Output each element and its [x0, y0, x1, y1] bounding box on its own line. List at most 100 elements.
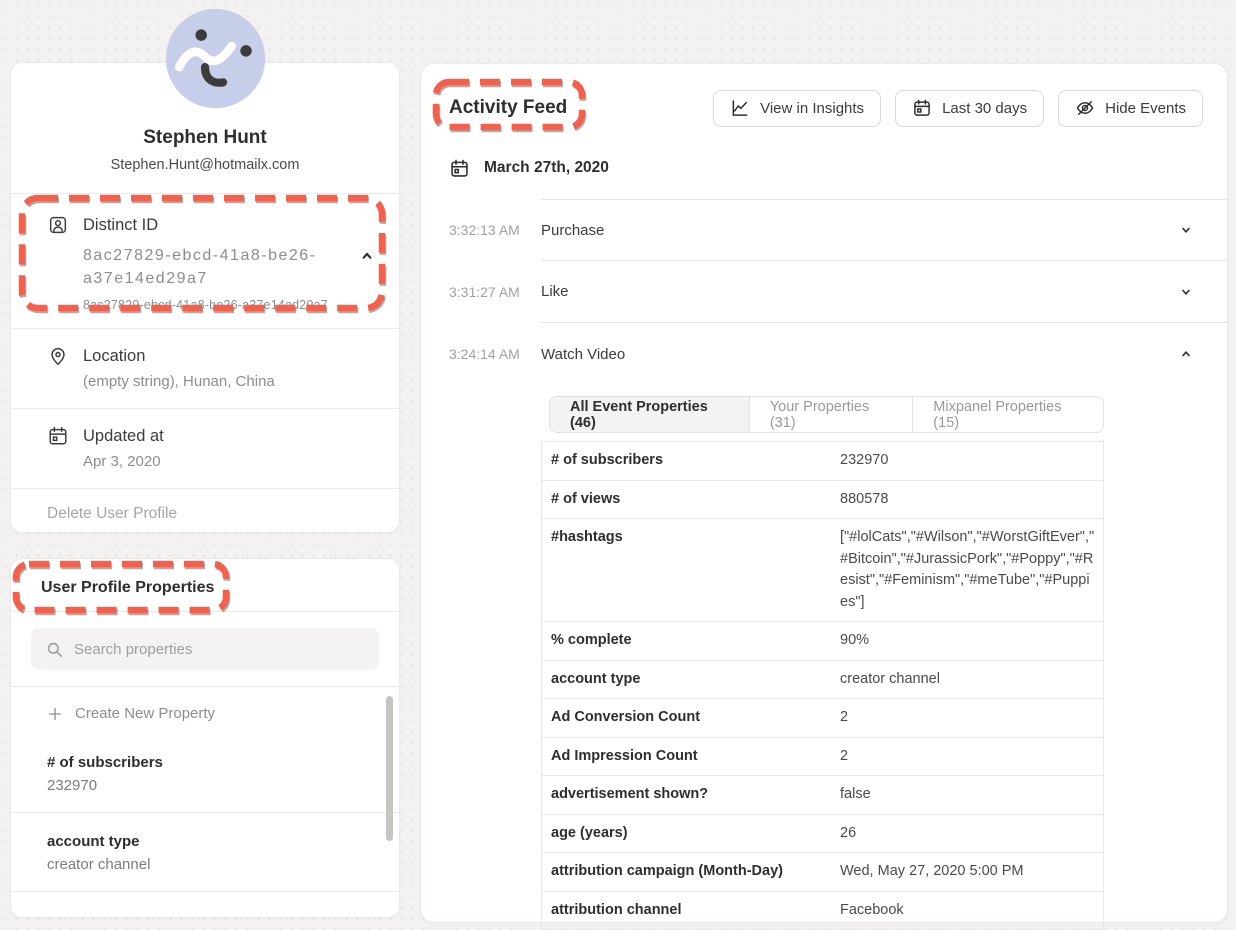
properties-panel-title: User Profile Properties [11, 559, 399, 611]
event-row[interactable]: 3:24:14 AM Watch Video [421, 323, 1227, 385]
property-value: false [840, 776, 1103, 814]
event-properties-tabs: All Event Properties (46) Your Propertie… [549, 396, 1104, 433]
event-name: Watch Video [541, 346, 625, 363]
event-property-row: Ad Impression Count 2 [542, 738, 1103, 777]
eye-off-icon [1075, 98, 1095, 118]
property-name: account type [47, 831, 375, 852]
event-time: 3:32:13 AM [449, 199, 541, 261]
location-value: (empty string), Hunan, China [83, 372, 375, 392]
chevron-up-icon [1177, 345, 1195, 363]
property-value: Wed, May 27, 2020 5:00 PM [840, 853, 1103, 891]
updated-at-section: Updated at Apr 3, 2020 [11, 409, 399, 488]
event-property-row: advertisement shown? false [542, 776, 1103, 815]
search-icon [45, 640, 64, 659]
calendar-icon [912, 98, 932, 118]
divider [11, 611, 399, 612]
date-range-label: Last 30 days [942, 100, 1027, 117]
user-profile-properties-card: User Profile Properties Create New Prope… [10, 558, 400, 918]
activity-feed-title: Activity Feed [449, 97, 567, 119]
properties-scrollbar[interactable] [386, 696, 393, 841]
feed-date-text: March 27th, 2020 [484, 159, 609, 177]
expand-event-button[interactable] [1177, 221, 1195, 239]
hide-events-button[interactable]: Hide Events [1058, 90, 1203, 127]
property-value: ["#lolCats","#Wilson","#WorstGiftEver","… [840, 519, 1103, 621]
property-name: # of subscribers [47, 752, 375, 773]
view-in-insights-label: View in Insights [760, 100, 864, 117]
event-details-panel: All Event Properties (46) Your Propertie… [541, 385, 1104, 930]
property-list-item[interactable]: # of subscribers 232970 [11, 734, 399, 813]
tab-your-properties[interactable]: Your Properties (31) [749, 397, 912, 432]
feed-date-header: March 27th, 2020 [449, 156, 1227, 180]
property-value: 232970 [47, 775, 375, 796]
search-properties-input[interactable] [74, 641, 365, 658]
property-value: 26 [840, 815, 1103, 853]
distinct-id-value: 8ac27829-ebcd-41a8-be26-a37e14ed29a7 [83, 244, 341, 290]
profile-name: Stephen Hunt [11, 125, 399, 151]
updated-at-value: Apr 3, 2020 [83, 452, 375, 472]
property-value: Facebook [840, 892, 1103, 930]
event-row[interactable]: 3:31:27 AM Like [421, 261, 1227, 323]
event-property-row: # of subscribers 232970 [542, 442, 1103, 481]
event-property-row: age (years) 26 [542, 815, 1103, 854]
create-new-property-label: Create New Property [75, 705, 215, 722]
property-value: 880578 [840, 481, 1103, 519]
event-property-row: attribution campaign (Month-Day) Wed, Ma… [542, 853, 1103, 892]
calendar-icon [47, 425, 69, 447]
hide-events-label: Hide Events [1105, 100, 1186, 117]
delete-user-profile-button[interactable]: Delete User Profile [11, 489, 399, 547]
search-properties-box[interactable] [31, 628, 379, 670]
property-key: Ad Impression Count [542, 738, 840, 776]
location-pin-icon [47, 345, 69, 367]
property-value: 2 [840, 738, 1103, 776]
event-properties-table: # of subscribers 232970 # of views 88057… [541, 441, 1104, 930]
updated-at-label: Updated at [83, 427, 164, 446]
event-row[interactable]: 3:32:13 AM Purchase [421, 199, 1227, 261]
distinct-id-section: Distinct ID 8ac27829-ebcd-41a8-be26-a37e… [11, 194, 399, 328]
calendar-icon [449, 158, 470, 179]
create-new-property-button[interactable]: Create New Property [11, 687, 399, 734]
event-time: 3:24:14 AM [449, 323, 541, 385]
profile-email: Stephen.Hunt@hotmailx.com [11, 155, 399, 175]
event-time: 3:31:27 AM [449, 261, 541, 323]
event-property-row: Ad Conversion Count 2 [542, 699, 1103, 738]
expand-event-button[interactable] [1177, 283, 1195, 301]
collapse-event-button[interactable] [1177, 345, 1195, 363]
id-badge-icon [47, 214, 69, 236]
property-key: advertisement shown? [542, 776, 840, 814]
property-key: # of subscribers [542, 442, 840, 480]
property-key: account type [542, 661, 840, 699]
event-property-row: attribution channel Facebook [542, 892, 1103, 930]
property-key: attribution campaign (Month-Day) [542, 853, 840, 891]
location-label: Location [83, 347, 145, 366]
event-name: Purchase [541, 222, 604, 239]
event-name: Like [541, 283, 569, 300]
location-section: Location (empty string), Hunan, China [11, 329, 399, 408]
event-property-row: account type creator channel [542, 661, 1103, 700]
user-profile-card: Stephen Hunt Stephen.Hunt@hotmailx.com D… [10, 62, 400, 533]
insights-chart-icon [730, 98, 750, 118]
chevron-down-icon [1177, 221, 1195, 239]
plus-icon [47, 706, 63, 722]
tab-mixpanel-properties[interactable]: Mixpanel Properties (15) [912, 397, 1103, 432]
property-value: 232970 [840, 442, 1103, 480]
event-property-row: # of views 880578 [542, 481, 1103, 520]
property-key: age (years) [542, 815, 840, 853]
property-key: Ad Conversion Count [542, 699, 840, 737]
avatar [163, 6, 268, 111]
property-key: #hashtags [542, 519, 840, 621]
event-property-row: #hashtags ["#lolCats","#Wilson","#WorstG… [542, 519, 1103, 622]
tab-all-event-properties[interactable]: All Event Properties (46) [550, 397, 749, 432]
chevron-down-icon [1177, 283, 1195, 301]
property-key: % complete [542, 622, 840, 660]
distinct-id-value-small: 8ac27829-ebcd-41a8-be26-a37e14ed29a7 [83, 297, 375, 314]
collapse-distinct-id-button[interactable] [357, 246, 377, 266]
property-value: creator channel [840, 661, 1103, 699]
distinct-id-label: Distinct ID [83, 216, 158, 235]
chevron-up-icon [357, 246, 377, 266]
event-property-row: % complete 90% [542, 622, 1103, 661]
property-value: 90% [840, 622, 1103, 660]
date-range-button[interactable]: Last 30 days [895, 90, 1044, 127]
property-value: creator channel [47, 854, 375, 875]
view-in-insights-button[interactable]: View in Insights [713, 90, 881, 127]
property-list-item[interactable]: account type creator channel [11, 813, 399, 892]
